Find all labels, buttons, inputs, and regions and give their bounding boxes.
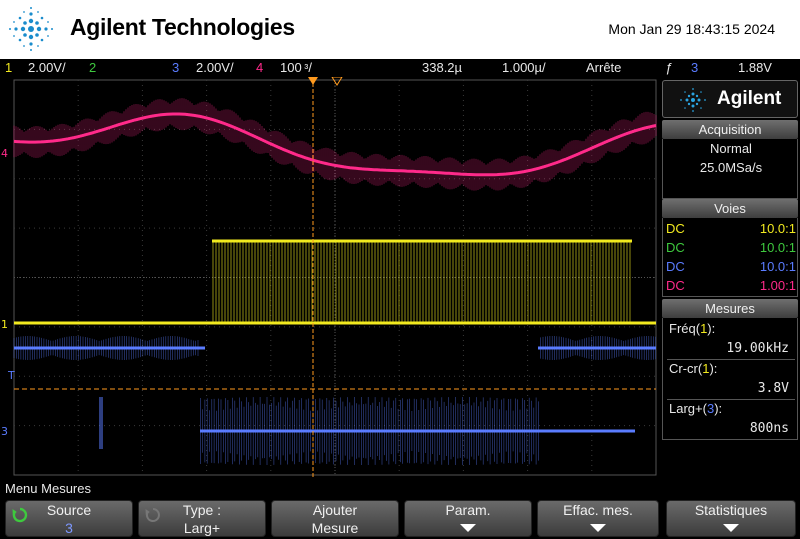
timebase-scale[interactable]: 1.000µ/ [502, 59, 546, 77]
acquisition-header[interactable]: Acquisition [662, 120, 798, 139]
add-measure-softkey[interactable]: Ajouter Mesure [271, 500, 399, 537]
agilent-spark-small-icon [680, 88, 706, 112]
sample-rate: 25.0MSa/s [699, 160, 763, 175]
ch1-number[interactable]: 1 [5, 59, 12, 77]
panel-brand: Agilent [717, 88, 782, 109]
statistics-softkey[interactable]: Statistiques [666, 500, 796, 537]
measurements-section: Fréq(1): 19.00kHz Cr-cr(1): 3.8V Larg+(3… [662, 318, 798, 440]
ch4-scale[interactable]: 100 ᶟ/ [280, 59, 312, 77]
panel-logo: Agilent [662, 80, 798, 118]
channel-row-3: DC 10.0:1 [666, 257, 796, 276]
measurement-divider [667, 359, 795, 360]
measurements-header[interactable]: Mesures [662, 299, 798, 318]
ch4-ground-marker[interactable]: 4 [1, 147, 8, 160]
acquisition-mode: Normal [710, 141, 752, 156]
agilent-spark-logo-icon [9, 7, 53, 51]
menu-title: Menu Mesures [5, 481, 91, 496]
trigger-source[interactable]: 3 [691, 59, 698, 77]
measurement-value-freq: 19.00kHz [726, 341, 789, 356]
ch4-number[interactable]: 4 [256, 59, 263, 77]
ch1-burst-edges [212, 241, 631, 323]
softkey-label: Effac. mes. [563, 502, 633, 518]
delay-reference-marker-icon [331, 77, 343, 86]
measurement-label-pkpk: Cr-cr(1): [669, 361, 718, 376]
channel-row-2: DC 10.0:1 [666, 238, 796, 257]
ch1-ground-marker[interactable]: 1 [1, 318, 8, 331]
submenu-arrow-icon [723, 524, 739, 532]
measurement-label-pwidth: Larg+(3): [669, 401, 723, 416]
softkey-label: Type : [182, 502, 222, 518]
ch2-number[interactable]: 2 [89, 59, 96, 77]
ch2-coupling: DC [666, 240, 685, 255]
ch4-probe: 1.00:1 [759, 278, 796, 293]
softkey-label: Param. [445, 502, 491, 518]
acquisition-section: Normal 25.0MSa/s [662, 139, 798, 199]
type-softkey[interactable]: Type : Larg+ [138, 500, 266, 537]
measurement-label-freq: Fréq(1): [669, 321, 716, 336]
trigger-level[interactable]: 1.88V [738, 59, 772, 77]
submenu-arrow-icon [590, 524, 606, 532]
ch1-scale[interactable]: 2.00V/ [28, 59, 66, 77]
softkey-label: Source [46, 502, 92, 518]
header-bar: Agilent Technologies Mon Jan 29 18:43:15… [0, 0, 800, 59]
softkey-label: Ajouter [312, 502, 358, 518]
source-softkey[interactable]: Source 3 [5, 500, 133, 537]
run-state[interactable]: Arrête [586, 59, 621, 77]
softkey-label: Statistiques [694, 502, 768, 518]
ch1-probe: 10.0:1 [759, 221, 796, 236]
graticule-and-traces: 4 1 T 3 [1, 77, 657, 477]
ch3-probe: 10.0:1 [759, 259, 796, 274]
submenu-arrow-icon [460, 524, 476, 532]
channel-status-bar: 1 2.00V/ 2 3 2.00V/ 4 100 ᶟ/ 338.2µ 1.00… [0, 59, 800, 77]
clear-measures-softkey[interactable]: Effac. mes. [537, 500, 659, 537]
datetime-display: Mon Jan 29 18:43:15 2024 [608, 21, 775, 37]
measurement-value-pkpk: 3.8V [757, 381, 789, 396]
channel-ground-markers: 4 1 T 3 [1, 147, 15, 438]
channels-section: DC 10.0:1 DC 10.0:1 DC 10.0:1 DC 1.00:1 [662, 218, 798, 297]
measurement-value-pwidth: 800ns [749, 421, 789, 436]
ch4-coupling: DC [666, 278, 685, 293]
timebase-delay[interactable]: 338.2µ [422, 59, 462, 77]
softkey-value: 3 [65, 520, 73, 536]
trigger-position-marker-icon [308, 77, 318, 85]
ch3-ground-marker[interactable]: 3 [1, 425, 8, 438]
channels-header[interactable]: Voies [662, 199, 798, 218]
ch3-scale[interactable]: 2.00V/ [196, 59, 234, 77]
softkey-label-line2: Mesure [311, 520, 359, 536]
trigger-level-marker[interactable]: T [7, 369, 15, 382]
trigger-edge-icon: ƒ [665, 60, 673, 75]
channel-row-1: DC 10.0:1 [666, 219, 796, 238]
ch2-probe: 10.0:1 [759, 240, 796, 255]
softkey-value: Larg+ [183, 520, 221, 536]
ch1-coupling: DC [666, 221, 685, 236]
channel-row-4: DC 1.00:1 [666, 276, 796, 295]
ch3-number[interactable]: 3 [172, 59, 179, 77]
brand-name: Agilent Technologies [70, 14, 295, 40]
measurement-divider [667, 399, 795, 400]
waveform-display[interactable]: 4 1 T 3 [0, 77, 660, 477]
right-info-panel: Agilent Acquisition Normal 25.0MSa/s Voi… [660, 80, 800, 477]
settings-softkey[interactable]: Param. [404, 500, 532, 537]
ch3-coupling: DC [666, 259, 685, 274]
